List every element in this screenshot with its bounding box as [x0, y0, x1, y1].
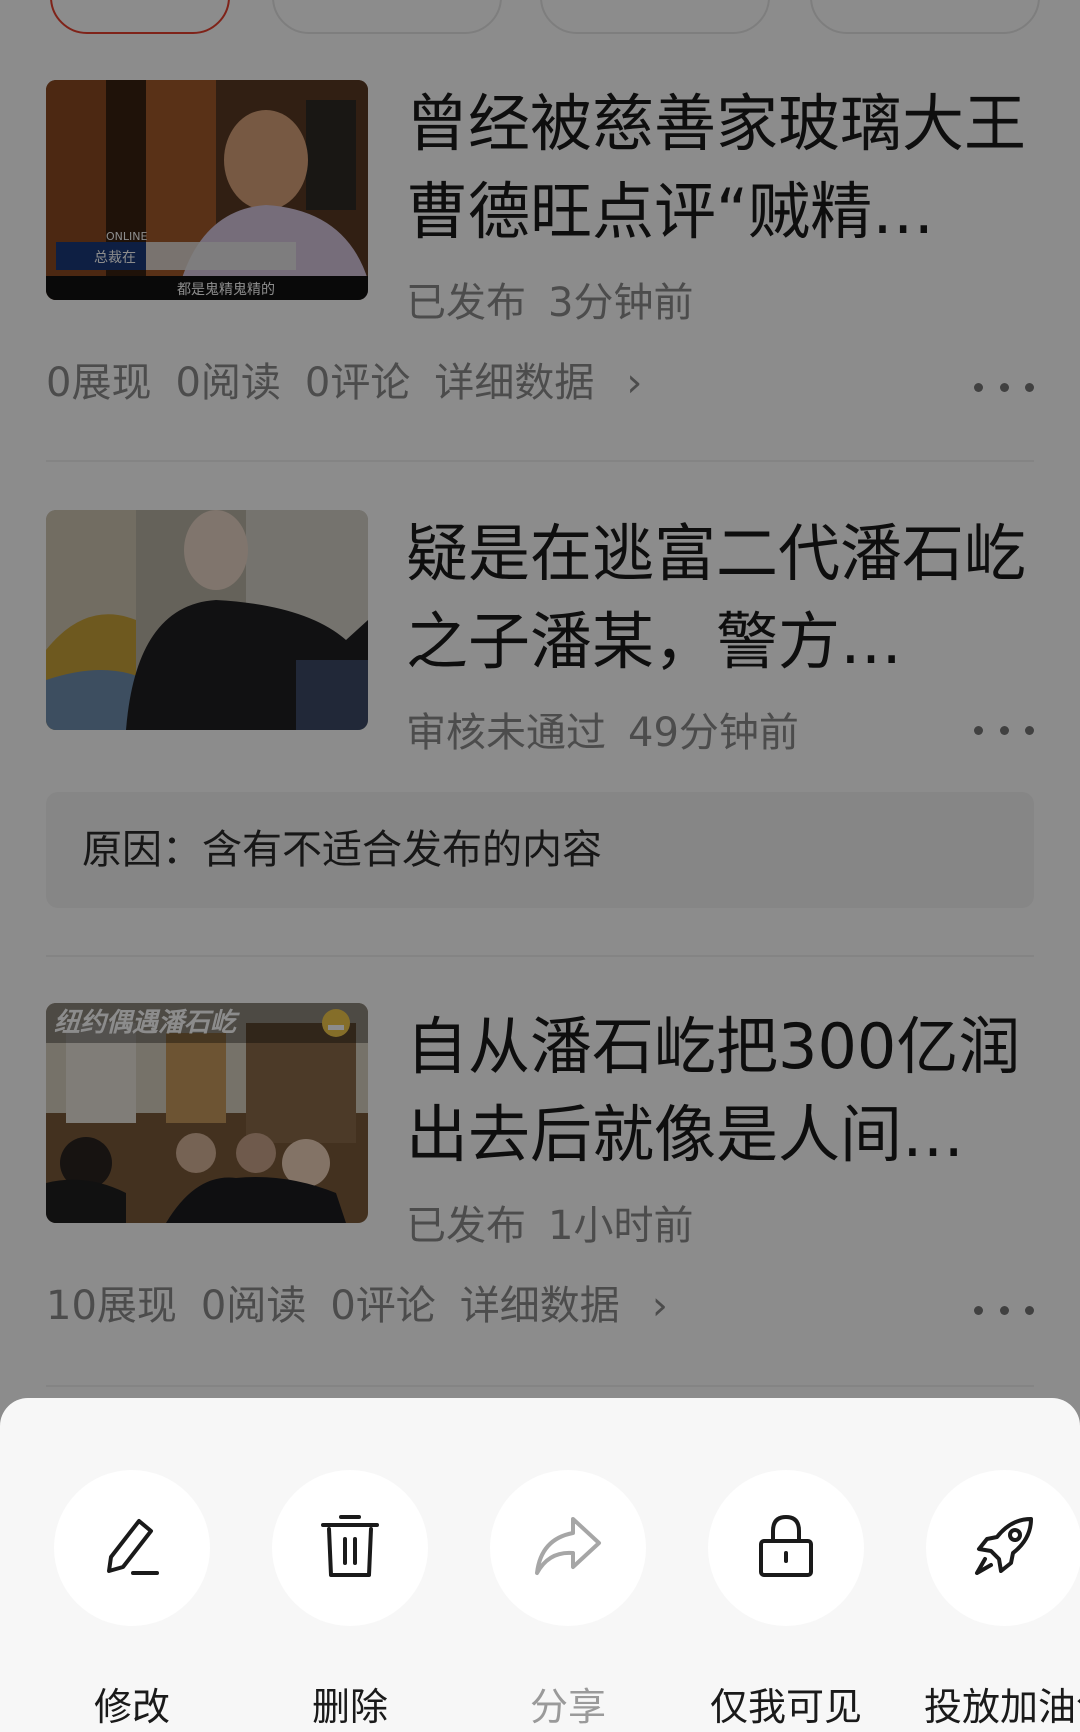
- delete-button[interactable]: 删除: [270, 1470, 430, 1731]
- private-visibility-button[interactable]: 仅我可见: [706, 1470, 866, 1731]
- lock-icon: [753, 1513, 819, 1583]
- edit-label: 修改: [93, 1685, 170, 1729]
- boost-package-button-circle[interactable]: [926, 1470, 1080, 1626]
- delete-label: 删除: [311, 1685, 388, 1729]
- private-visibility-label: 仅我可见: [709, 1685, 862, 1729]
- action-sheet: 修改 删除 分享 仅我可见 投放加油: [0, 1398, 1080, 1732]
- boost-package-label: 投放加油包: [924, 1685, 1080, 1729]
- pencil-icon: [99, 1513, 165, 1583]
- trash-icon: [317, 1513, 383, 1583]
- edit-button-circle[interactable]: [54, 1470, 210, 1626]
- share-button[interactable]: 分享: [488, 1470, 648, 1731]
- edit-button[interactable]: 修改: [52, 1470, 212, 1731]
- rocket-icon: [971, 1513, 1037, 1583]
- share-button-circle[interactable]: [490, 1470, 646, 1626]
- boost-package-button[interactable]: 投放加油包: [924, 1470, 1080, 1731]
- share-label: 分享: [529, 1685, 606, 1729]
- private-visibility-button-circle[interactable]: [708, 1470, 864, 1626]
- delete-button-circle[interactable]: [272, 1470, 428, 1626]
- share-arrow-icon: [533, 1513, 603, 1583]
